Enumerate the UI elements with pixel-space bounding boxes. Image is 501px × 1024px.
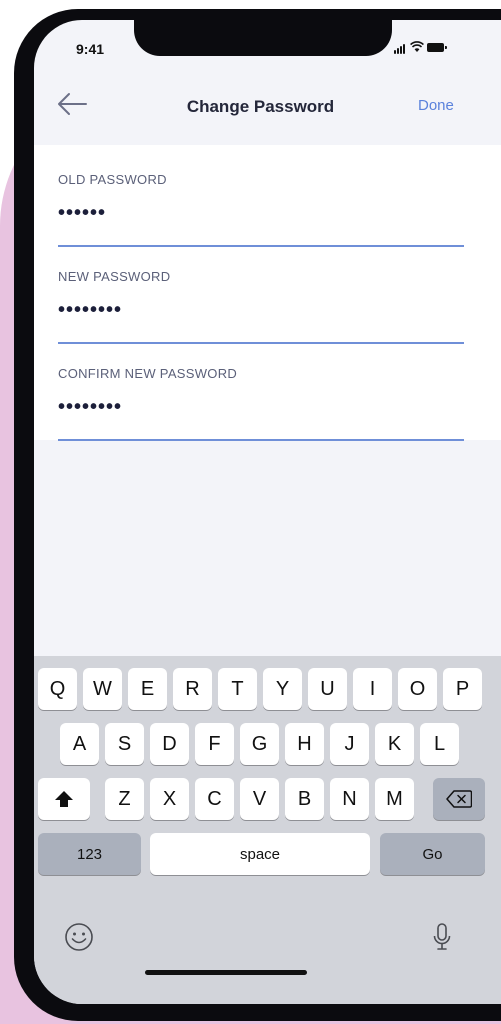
navigation-bar: Change Password Done xyxy=(34,80,501,130)
key-l[interactable]: L xyxy=(420,723,459,765)
delete-backspace-icon xyxy=(446,790,472,808)
keyboard: Q W E R T Y U I O P A S D F G H J K L Z … xyxy=(34,656,501,1004)
key-e[interactable]: E xyxy=(128,668,167,710)
key-k[interactable]: K xyxy=(375,723,414,765)
confirm-password-field[interactable]: CONFIRM NEW PASSWORD •••••••• xyxy=(58,366,464,462)
new-password-field[interactable]: NEW PASSWORD •••••••• xyxy=(58,269,464,365)
home-indicator xyxy=(145,970,307,975)
microphone-icon[interactable] xyxy=(432,922,452,952)
cellular-signal-icon xyxy=(394,44,407,54)
old-password-underline xyxy=(58,245,464,247)
status-bar: 9:41 xyxy=(34,20,501,72)
old-password-field[interactable]: OLD PASSWORD •••••• xyxy=(58,172,464,268)
key-s[interactable]: S xyxy=(105,723,144,765)
phone-notch xyxy=(134,20,392,56)
old-password-input[interactable]: •••••• xyxy=(58,202,106,225)
key-h[interactable]: H xyxy=(285,723,324,765)
key-c[interactable]: C xyxy=(195,778,234,820)
confirm-password-input[interactable]: •••••••• xyxy=(58,396,122,419)
key-x[interactable]: X xyxy=(150,778,189,820)
shift-key[interactable] xyxy=(38,778,90,820)
new-password-label: NEW PASSWORD xyxy=(58,269,171,284)
emoji-icon[interactable] xyxy=(64,922,94,952)
key-d[interactable]: D xyxy=(150,723,189,765)
confirm-password-underline xyxy=(58,439,464,441)
key-u[interactable]: U xyxy=(308,668,347,710)
new-password-input[interactable]: •••••••• xyxy=(58,299,122,322)
key-r[interactable]: R xyxy=(173,668,212,710)
key-v[interactable]: V xyxy=(240,778,279,820)
key-w[interactable]: W xyxy=(83,668,122,710)
key-i[interactable]: I xyxy=(353,668,392,710)
delete-key[interactable] xyxy=(433,778,485,820)
key-y[interactable]: Y xyxy=(263,668,302,710)
status-time: 9:41 xyxy=(76,41,105,57)
done-button[interactable]: Done xyxy=(418,97,454,114)
old-password-label: OLD PASSWORD xyxy=(58,172,167,187)
key-m[interactable]: M xyxy=(375,778,414,820)
key-o[interactable]: O xyxy=(398,668,437,710)
space-key[interactable]: space xyxy=(150,833,370,875)
key-g[interactable]: G xyxy=(240,723,279,765)
change-password-form: OLD PASSWORD •••••• NEW PASSWORD •••••••… xyxy=(34,145,501,441)
battery-icon xyxy=(427,43,447,52)
numbers-key[interactable]: 123 xyxy=(38,833,141,875)
phone-screen: 9:41 Change Password Done OLD PASSWORD •… xyxy=(34,20,501,1004)
confirm-password-label: CONFIRM NEW PASSWORD xyxy=(58,366,238,381)
new-password-underline xyxy=(58,342,464,344)
key-p[interactable]: P xyxy=(443,668,482,710)
key-q[interactable]: Q xyxy=(38,668,77,710)
key-z[interactable]: Z xyxy=(105,778,144,820)
key-f[interactable]: F xyxy=(195,723,234,765)
wifi-icon xyxy=(410,41,424,52)
key-n[interactable]: N xyxy=(330,778,369,820)
key-j[interactable]: J xyxy=(330,723,369,765)
key-b[interactable]: B xyxy=(285,778,324,820)
key-t[interactable]: T xyxy=(218,668,257,710)
go-key[interactable]: Go xyxy=(380,833,485,875)
shift-icon xyxy=(55,791,73,807)
key-a[interactable]: A xyxy=(60,723,99,765)
